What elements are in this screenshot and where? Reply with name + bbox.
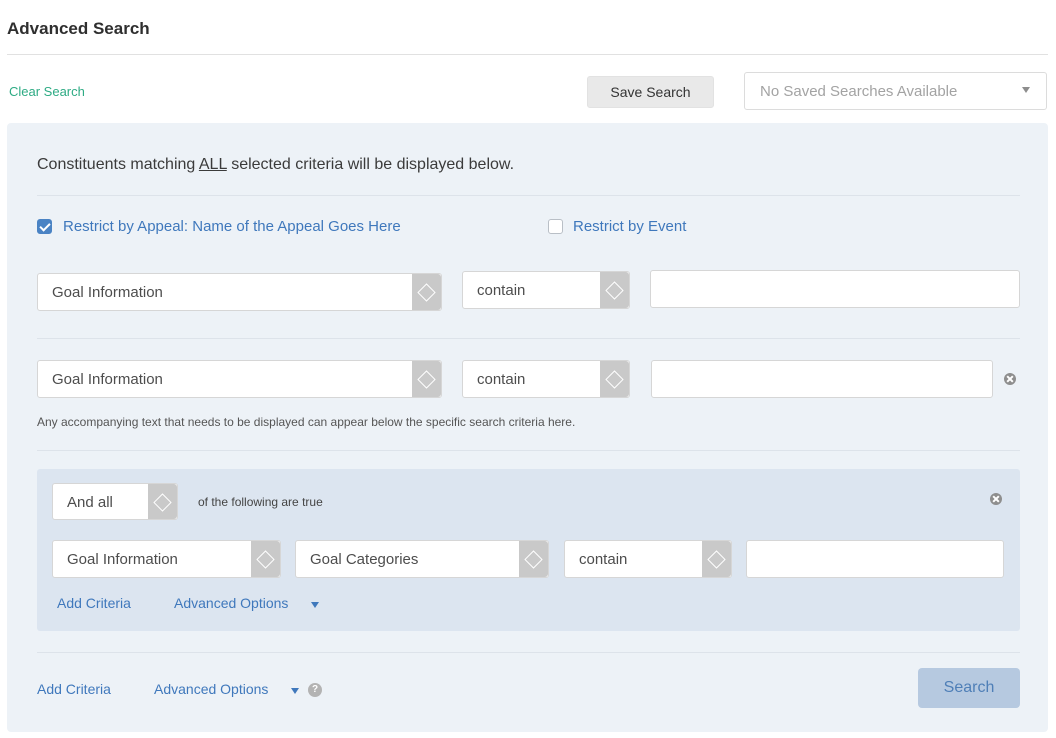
restrict-appeal-value: Name of the Appeal Goes Here — [192, 218, 401, 235]
select-arrows-icon — [600, 361, 629, 397]
operator-select-value: contain — [477, 282, 526, 299]
operator-select[interactable]: contain — [462, 271, 630, 309]
caret-down-icon[interactable] — [311, 602, 319, 608]
select-arrows-icon — [519, 541, 548, 577]
select-arrows-icon — [148, 484, 177, 519]
divider — [37, 450, 1020, 451]
page-title: Advanced Search — [7, 19, 150, 38]
restrict-appeal-checkbox[interactable] — [37, 219, 52, 234]
remove-group-icon[interactable] — [990, 493, 1002, 505]
remove-row-icon[interactable] — [1004, 373, 1016, 385]
group-value-input[interactable] — [746, 540, 1004, 578]
group-operator-select[interactable]: contain — [564, 540, 732, 578]
search-button[interactable]: Search — [918, 668, 1020, 708]
help-icon[interactable]: ? — [308, 683, 322, 697]
intro-text-start: Constituents matching — [37, 156, 199, 173]
save-search-button[interactable]: Save Search — [587, 76, 714, 108]
group-subfield-value: Goal Categories — [310, 551, 419, 568]
field-select[interactable]: Goal Information — [37, 273, 442, 311]
title-divider — [7, 54, 1048, 55]
group-subfield-select[interactable]: Goal Categories — [295, 540, 549, 578]
restrict-event-label[interactable]: Restrict by Event — [573, 218, 686, 235]
caret-down-icon[interactable] — [291, 688, 299, 694]
combinator-select-value: And all — [67, 494, 113, 511]
restrict-appeal-title: Restrict by Appeal: — [63, 218, 189, 235]
add-criteria-link[interactable]: Add Criteria — [37, 681, 111, 697]
intro-text-end: selected criteria will be displayed belo… — [226, 156, 515, 173]
group-add-criteria-link[interactable]: Add Criteria — [57, 595, 131, 611]
saved-searches-dropdown[interactable]: No Saved Searches Available — [744, 72, 1047, 110]
field-select-value: Goal Information — [52, 371, 163, 388]
advanced-options-link[interactable]: Advanced Options — [154, 681, 268, 697]
criteria-intro: Constituents matching ALL selected crite… — [37, 156, 514, 174]
intro-emphasis: ALL — [198, 156, 227, 173]
select-arrows-icon — [412, 361, 441, 397]
group-advanced-options-link[interactable]: Advanced Options — [174, 595, 288, 611]
select-arrows-icon — [412, 274, 441, 310]
operator-select[interactable]: contain — [462, 360, 630, 398]
clear-search-link[interactable]: Clear Search — [9, 84, 85, 99]
criteria-value-input[interactable] — [650, 270, 1020, 308]
group-condition-text: of the following are true — [198, 495, 323, 509]
operator-select-value: contain — [477, 371, 526, 388]
group-field-value: Goal Information — [67, 551, 178, 568]
select-arrows-icon — [251, 541, 280, 577]
divider — [37, 338, 1020, 339]
select-arrows-icon — [600, 272, 629, 308]
group-field-select[interactable]: Goal Information — [52, 540, 281, 578]
helper-text: Any accompanying text that needs to be d… — [37, 415, 576, 429]
divider — [37, 195, 1020, 196]
saved-searches-value: No Saved Searches Available — [760, 83, 958, 100]
field-select-value: Goal Information — [52, 284, 163, 301]
select-arrows-icon — [702, 541, 731, 577]
chevron-down-icon — [1022, 87, 1030, 93]
divider — [37, 652, 1020, 653]
field-select[interactable]: Goal Information — [37, 360, 442, 398]
combinator-select[interactable]: And all — [52, 483, 178, 520]
criteria-value-input[interactable] — [651, 360, 993, 398]
restrict-event-checkbox[interactable] — [548, 219, 563, 234]
group-operator-value: contain — [579, 551, 628, 568]
restrict-appeal-label[interactable]: Restrict by Appeal: Name of the Appeal G… — [63, 218, 401, 235]
